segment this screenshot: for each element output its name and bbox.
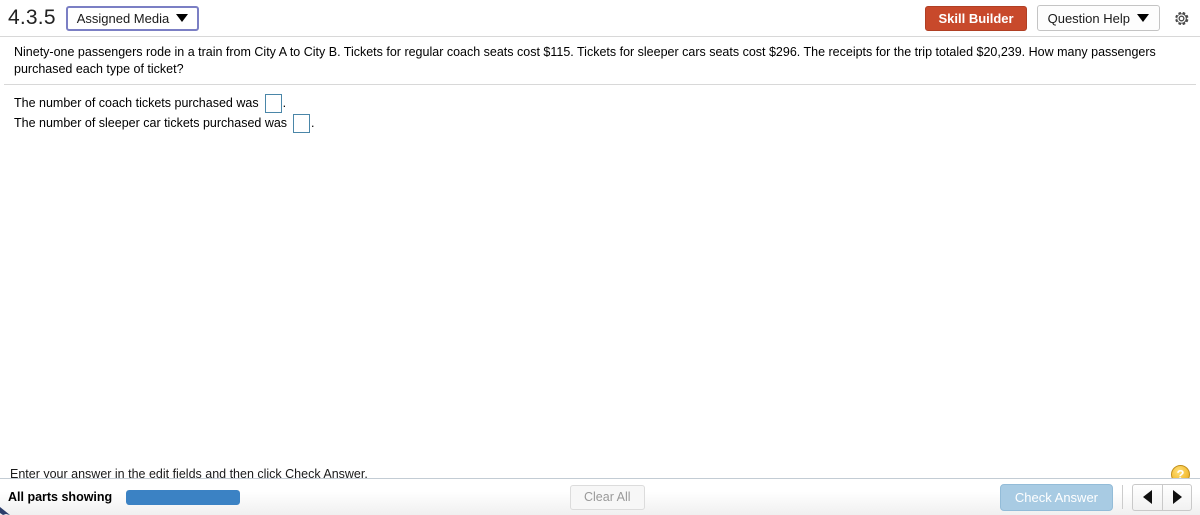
answer-line: The number of sleeper car tickets purcha… [14, 113, 1186, 133]
answer-label-coach: The number of coach tickets purchased wa… [14, 96, 259, 110]
assigned-media-dropdown[interactable]: Assigned Media [65, 5, 200, 31]
check-answer-label: Check Answer [1014, 489, 1098, 505]
answer-line: The number of coach tickets purchased wa… [14, 93, 1186, 113]
mouse-cursor-icon [0, 507, 10, 515]
sleeper-tickets-input[interactable] [293, 113, 311, 133]
skill-builder-label: Skill Builder [938, 10, 1014, 26]
navigation-buttons [1132, 483, 1192, 511]
answer-period: . [311, 116, 315, 130]
question-text: Ninety-one passengers rode in a train fr… [14, 45, 1156, 76]
parts-progress-fill [126, 489, 241, 505]
exercise-number: 4.3.5 [8, 6, 56, 29]
parts-progress-bar [126, 489, 241, 505]
question-area: Ninety-one passengers rode in a train fr… [0, 37, 1200, 77]
question-help-dropdown[interactable]: Question Help [1036, 5, 1160, 31]
chevron-down-icon [1137, 14, 1149, 22]
answer-fields: The number of coach tickets purchased wa… [0, 85, 1200, 133]
app-header: 4.3.5 Assigned Media Skill Builder Quest… [0, 0, 1200, 37]
triangle-right-icon [1172, 490, 1182, 504]
footer-bar: All parts showing Clear All Check Answer [0, 478, 1200, 515]
clear-all-label: Clear All [584, 490, 631, 504]
footer-actions: Check Answer [999, 483, 1192, 511]
triangle-left-icon [1143, 490, 1152, 504]
previous-question-button[interactable] [1132, 483, 1162, 511]
footer-separator [1122, 485, 1123, 509]
gear-icon[interactable] [1170, 7, 1192, 29]
chevron-down-icon [176, 14, 189, 22]
header-actions: Skill Builder Question Help [925, 5, 1192, 31]
work-area [0, 133, 1200, 459]
answer-period: . [282, 96, 287, 110]
parts-showing-label: All parts showing [8, 490, 113, 504]
clear-all-button[interactable]: Clear All [570, 484, 645, 510]
next-question-button[interactable] [1162, 483, 1192, 511]
skill-builder-button[interactable]: Skill Builder [925, 5, 1027, 31]
question-help-label: Question Help [1047, 10, 1130, 26]
answer-label-sleeper: The number of sleeper car tickets purcha… [14, 116, 288, 130]
assigned-media-label: Assigned Media [76, 10, 170, 26]
coach-tickets-input[interactable] [264, 93, 282, 113]
check-answer-button[interactable]: Check Answer [999, 483, 1113, 511]
